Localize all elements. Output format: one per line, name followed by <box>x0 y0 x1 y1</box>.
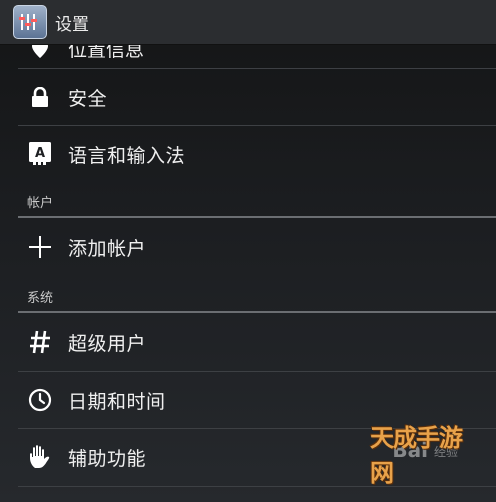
clock-icon <box>26 386 54 414</box>
settings-item-superuser[interactable]: 超级用户 <box>0 314 496 370</box>
settings-screen: 设置 位置信息 安全 A 语言和输入法 帐户 添加帐户 系统 超级用户 日期和时… <box>0 0 496 502</box>
settings-item-label: 添加帐户 <box>68 237 147 260</box>
action-bar: 设置 <box>0 0 496 45</box>
settings-item-label: 安全 <box>68 87 108 110</box>
watermark: Bai 经验 天成手游网 <box>370 424 488 494</box>
lock-icon <box>26 83 54 111</box>
settings-item-language-input[interactable]: A 语言和输入法 <box>0 126 496 182</box>
settings-item-label: 日期和时间 <box>68 390 166 413</box>
hash-icon <box>26 328 54 356</box>
keyboard-language-icon: A <box>26 140 54 168</box>
hand-icon <box>26 443 54 471</box>
svg-text:A: A <box>35 146 45 161</box>
settings-app-icon[interactable] <box>13 5 47 39</box>
settings-item-label: 超级用户 <box>68 332 147 355</box>
watermark-site: 天成手游网 <box>370 424 463 487</box>
section-header-system: 系统 <box>27 291 54 306</box>
section-divider <box>18 311 496 313</box>
settings-item-add-account[interactable]: 添加帐户 <box>0 219 496 275</box>
plus-icon <box>26 233 54 261</box>
settings-item-label: 语言和输入法 <box>68 144 186 167</box>
page-title: 设置 <box>55 14 89 35</box>
section-divider <box>18 216 496 218</box>
settings-item-label: 辅助功能 <box>68 447 147 470</box>
section-header-accounts: 帐户 <box>27 196 54 211</box>
settings-item-security[interactable]: 安全 <box>0 69 496 125</box>
